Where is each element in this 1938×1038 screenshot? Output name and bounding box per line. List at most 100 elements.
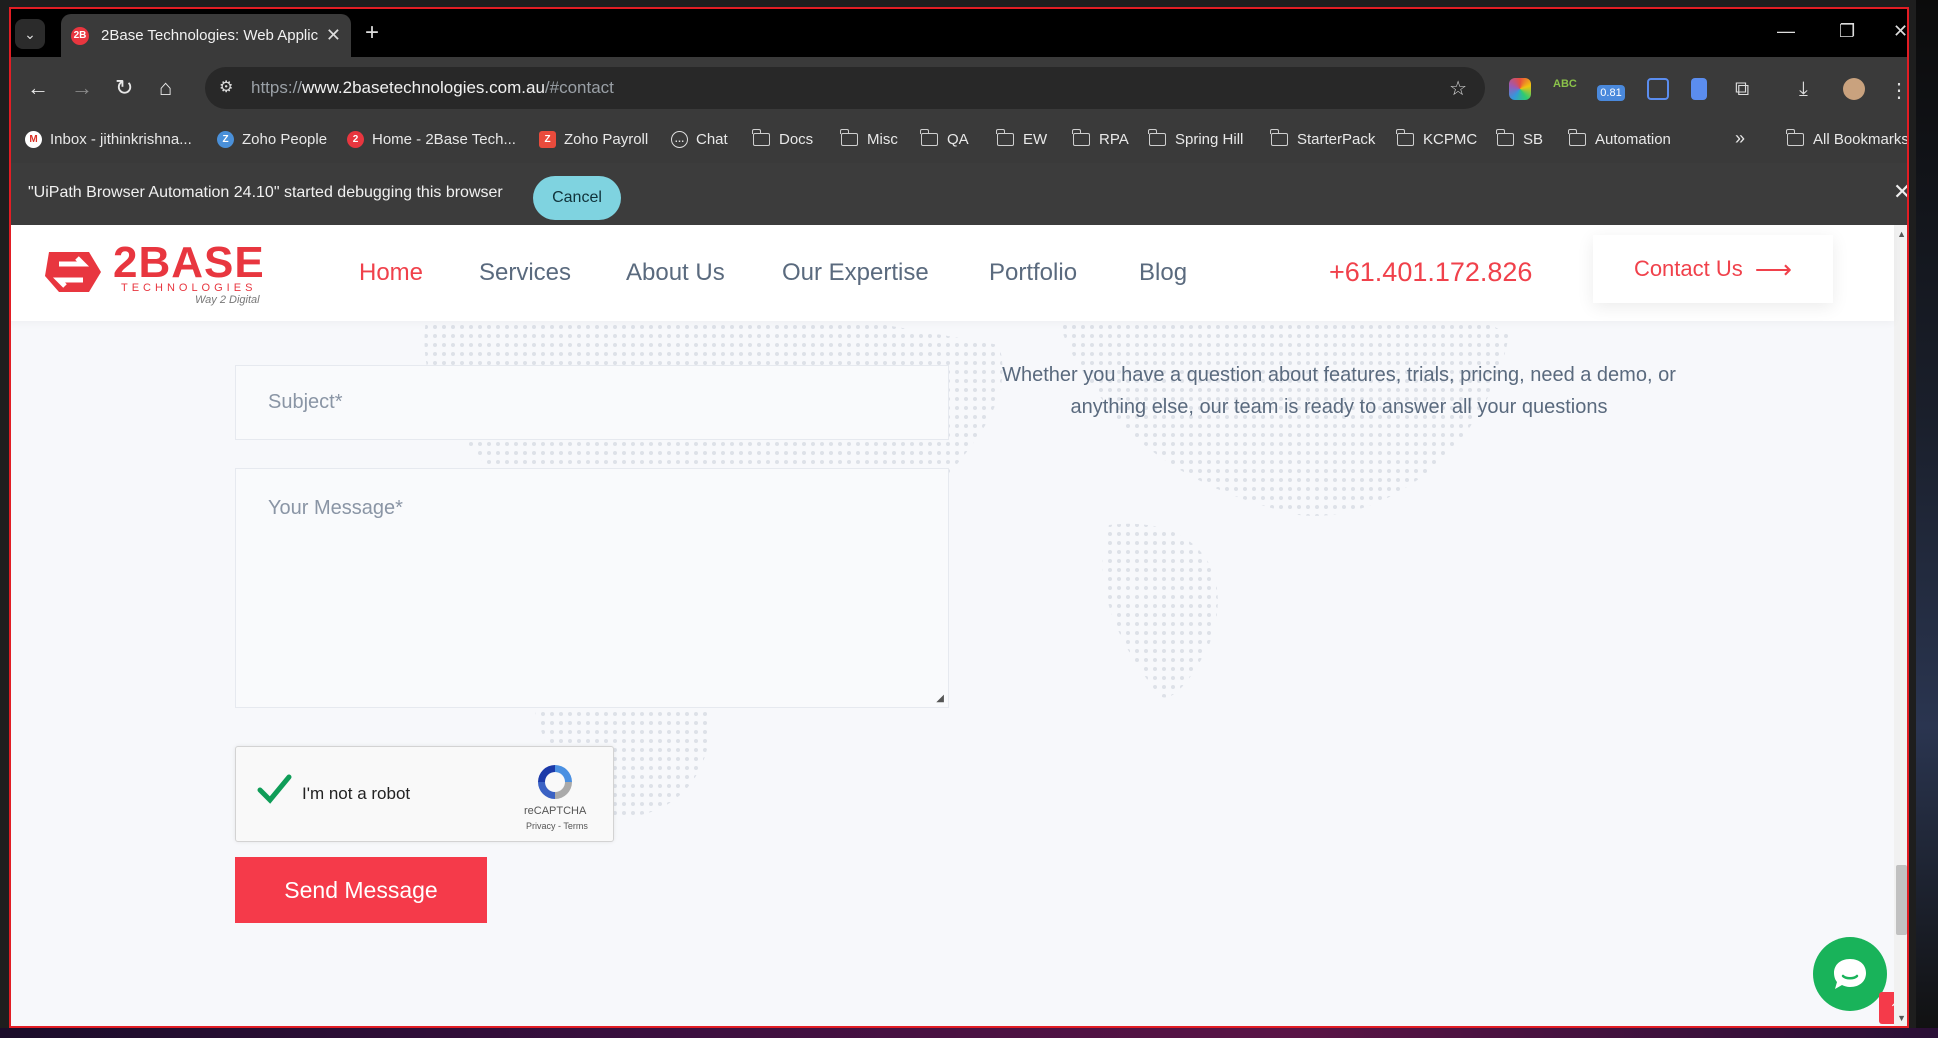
bookmark-label: KCPMC — [1423, 131, 1478, 148]
zoom-extension-icon[interactable]: 0.81 — [1597, 85, 1625, 101]
bookmark-folder[interactable]: Misc — [840, 129, 898, 148]
forward-icon[interactable]: → — [71, 75, 93, 101]
url-text[interactable]: https://www.2basetechnologies.com.au/#co… — [251, 78, 614, 98]
extensions-puzzle-icon[interactable]: ⧉ — [1735, 78, 1757, 100]
resize-handle-icon[interactable]: ◢ — [936, 693, 944, 704]
nav-services[interactable]: Services — [479, 259, 571, 287]
debugging-infobar: "UiPath Browser Automation 24.10" starte… — [9, 163, 1909, 225]
desktop-background-bottom — [0, 1028, 1938, 1038]
send-message-button[interactable]: Send Message — [235, 857, 487, 923]
capture-extension-icon[interactable] — [1647, 78, 1669, 100]
color-extension-icon[interactable] — [1509, 78, 1531, 100]
tab-search-button[interactable]: ⌄ — [15, 19, 45, 49]
new-tab-button[interactable]: + — [365, 19, 379, 47]
folder-icon — [840, 129, 858, 146]
bookmark-folder[interactable]: Automation — [1568, 129, 1671, 148]
contact-us-button[interactable]: Contact Us ⟶ — [1593, 235, 1833, 303]
tab-strip: ⌄ 2B 2Base Technologies: Web Applic ✕ + … — [9, 7, 1909, 57]
close-window-icon[interactable]: ✕ — [1893, 21, 1908, 42]
scrollbar-thumb[interactable] — [1896, 865, 1907, 935]
recaptcha-widget: I'm not a robot reCAPTCHA Privacy - Term… — [235, 746, 614, 842]
close-infobar-icon[interactable]: ✕ — [1893, 179, 1909, 205]
docs-extension-icon[interactable] — [1691, 78, 1707, 100]
chat-bubble-icon — [1834, 959, 1866, 989]
reload-icon[interactable]: ↻ — [115, 75, 133, 101]
scroll-up-icon[interactable]: ▲ — [1897, 229, 1906, 239]
chevron-down-icon: ⌄ — [24, 25, 36, 42]
cancel-debugging-button[interactable]: Cancel — [533, 176, 621, 220]
folder-icon — [920, 129, 938, 146]
url-path: /#contact — [544, 78, 614, 97]
bookmark-folder[interactable]: KCPMC — [1396, 129, 1478, 148]
bookmark-label: Chat — [696, 131, 728, 148]
subject-field[interactable]: Subject* — [235, 365, 949, 440]
nav-our-expertise[interactable]: Our Expertise — [782, 259, 929, 287]
restore-icon[interactable]: ❐ — [1839, 21, 1855, 42]
home-icon[interactable]: ⌂ — [159, 75, 172, 101]
bookmark-folder[interactable]: RPA — [1072, 129, 1129, 148]
bookmark-item[interactable]: Z Zoho People — [217, 131, 327, 148]
bookmark-folder[interactable]: Docs — [752, 129, 814, 148]
site-info-icon[interactable]: ⚙ — [219, 77, 233, 97]
bookmark-label: Docs — [779, 131, 814, 148]
logo-tagline: Way 2 Digital — [195, 294, 260, 306]
folder-icon — [1496, 129, 1514, 146]
bookmark-star-icon[interactable]: ☆ — [1449, 76, 1467, 101]
phone-number[interactable]: +61.401.172.826 — [1329, 257, 1532, 288]
recaptcha-brand: reCAPTCHA — [524, 805, 587, 817]
recaptcha-privacy-terms[interactable]: Privacy - Terms — [526, 821, 588, 831]
nav-about-us[interactable]: About Us — [626, 259, 725, 287]
browser-toolbar: ← → ↻ ⌂ ⚙ https://www.2basetechnologies.… — [9, 57, 1909, 119]
bookmark-item[interactable]: Z Zoho Payroll — [539, 131, 648, 148]
bookmark-folder[interactable]: QA — [920, 129, 969, 148]
folder-icon — [752, 129, 770, 146]
bookmark-label: All Bookmarks — [1813, 131, 1909, 148]
logo-mark-icon — [45, 252, 101, 292]
address-bar[interactable]: ⚙ https://www.2basetechnologies.com.au/#… — [205, 67, 1485, 109]
bookmark-label: Misc — [867, 131, 898, 148]
bookmark-item[interactable]: 2 Home - 2Base Tech... — [347, 131, 516, 148]
contact-intro-text: Whether you have a question about featur… — [1002, 364, 1676, 418]
folder-icon — [1396, 129, 1414, 146]
bookmark-folder[interactable]: SB — [1496, 129, 1543, 148]
arrow-right-icon: ⟶ — [1754, 253, 1793, 284]
tab-active[interactable]: 2B 2Base Technologies: Web Applic ✕ — [61, 14, 351, 57]
all-bookmarks-folder[interactable]: All Bookmarks — [1786, 129, 1909, 148]
message-field[interactable]: Your Message* ◢ — [235, 468, 949, 708]
bookmark-folder[interactable]: EW — [996, 129, 1047, 148]
gmail-icon: M — [25, 131, 42, 148]
bookmark-item[interactable]: M Inbox - jithinkrishna... — [25, 131, 192, 148]
url-scheme: https:// — [251, 78, 303, 97]
scroll-down-icon[interactable]: ▼ — [1897, 1013, 1906, 1023]
nav-portfolio[interactable]: Portfolio — [989, 259, 1077, 287]
page-scrollbar[interactable]: ▲ ▼ — [1894, 225, 1909, 1028]
2base-icon: 2 — [347, 131, 364, 148]
menu-kebab-icon[interactable]: ⋮ — [1889, 78, 1909, 102]
site-logo[interactable]: 2BASE TECHNOLOGIES Way 2 Digital — [33, 240, 273, 306]
chat-icon: … — [671, 131, 688, 148]
back-icon[interactable]: ← — [27, 75, 49, 101]
profile-avatar[interactable] — [1843, 78, 1865, 100]
folder-icon — [1148, 129, 1166, 146]
bookmark-folder[interactable]: Spring Hill — [1148, 129, 1243, 148]
more-bookmarks-button[interactable]: » — [1735, 128, 1745, 149]
bookmark-item[interactable]: … Chat — [671, 131, 728, 148]
spellcheck-extension-icon[interactable]: ABC — [1553, 78, 1577, 100]
chat-widget-button[interactable] — [1813, 937, 1887, 1011]
nav-blog[interactable]: Blog — [1139, 259, 1187, 287]
bookmarks-bar: M Inbox - jithinkrishna... Z Zoho People 2… — [9, 119, 1909, 163]
bookmark-folder[interactable]: StarterPack — [1270, 129, 1376, 148]
site-header: 2BASE TECHNOLOGIES Way 2 Digital Home Se… — [9, 225, 1894, 321]
subject-placeholder: Subject* — [268, 391, 343, 413]
bookmark-label: StarterPack — [1297, 131, 1376, 148]
message-placeholder: Your Message* — [268, 497, 403, 519]
tab-close-icon[interactable]: ✕ — [326, 25, 341, 46]
zoho-people-icon: Z — [217, 131, 234, 148]
nav-home[interactable]: Home — [359, 259, 423, 287]
recaptcha-logo-icon — [538, 765, 572, 799]
folder-icon — [1568, 129, 1586, 146]
download-icon[interactable]: ⤓ — [1799, 78, 1821, 100]
minimize-icon[interactable]: — — [1777, 21, 1795, 42]
debugging-message: "UiPath Browser Automation 24.10" starte… — [28, 184, 503, 201]
checkmark-icon[interactable] — [256, 771, 292, 807]
